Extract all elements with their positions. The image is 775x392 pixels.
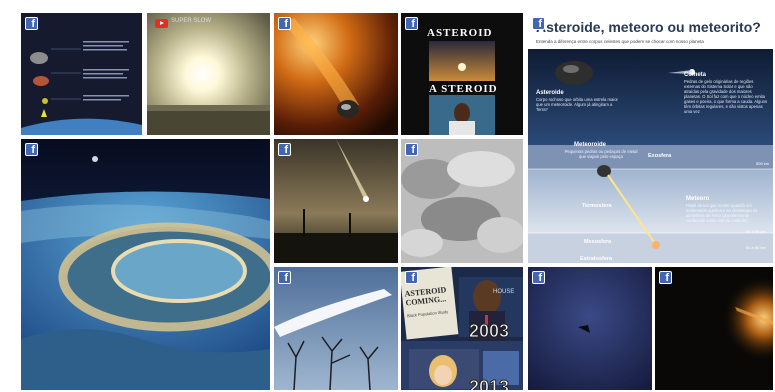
comet-heading: Cometa	[684, 72, 707, 78]
image-grid: f SUPER SLOW f ASTEROID A STEROID f Aste…	[0, 0, 775, 392]
dark-sky-image	[528, 267, 652, 390]
image-tile-night-fireball[interactable]: f	[655, 267, 773, 390]
mesosphere-label: Mesosfera	[584, 239, 612, 245]
facebook-icon[interactable]: f	[405, 143, 418, 156]
facebook-icon[interactable]: f	[532, 271, 545, 284]
tv-text: HOUSE	[493, 289, 515, 295]
meteor-trail-image	[274, 267, 398, 390]
asteroid-text: Corpo rochoso que orbita uma estrela mai…	[536, 97, 618, 112]
meso-km: 50 a 80 km	[746, 245, 766, 250]
image-tile-grey-clouds[interactable]: f	[401, 139, 523, 263]
grey-clouds-image	[401, 139, 523, 263]
facebook-icon[interactable]: f	[405, 271, 418, 284]
image-tile-meteor-dusk[interactable]: f	[274, 139, 398, 263]
image-tile-impact-crater[interactable]: f	[21, 139, 270, 390]
image-tile-meteor-trail-trees[interactable]: f	[274, 267, 398, 390]
facebook-icon[interactable]: f	[278, 17, 291, 30]
comet-text: Pedras de gelo originárias de regiões ex…	[684, 79, 768, 114]
facebook-icon[interactable]: f	[659, 271, 672, 284]
thermo-km: 80 a 90 km	[746, 229, 766, 234]
image-tile-asteroid-meme[interactable]: ASTEROID A STEROID f	[401, 13, 523, 135]
facebook-icon[interactable]: f	[278, 143, 291, 156]
thermosphere-label: Termosfera	[582, 203, 612, 209]
meteoroid-text: Pequenas pedras ou pedaços de metal que …	[564, 149, 638, 159]
infographic-subtitle: Entenda a diferença entre corpos celeste…	[536, 39, 704, 44]
infographic-title: Asteroide, meteoro ou meteorito?	[536, 19, 761, 35]
image-tile-burning-meteor[interactable]: f	[274, 13, 398, 135]
video-label: SUPER SLOW	[171, 18, 212, 24]
meteor-flash-image	[147, 13, 270, 135]
exosphere-label: Exosfera	[648, 153, 672, 159]
stratosphere-label: Estratosfera	[580, 256, 613, 262]
image-tile-infographic[interactable]: Asteroide, meteoro ou meteorito? Entenda…	[528, 13, 773, 263]
image-tile-news-meme[interactable]: ASTEROID COMING... Black Population Stud…	[401, 267, 523, 390]
meteor-heading: Meteoro	[686, 196, 710, 202]
facebook-icon[interactable]: f	[25, 143, 38, 156]
meme-bottom-text: A STEROID	[429, 83, 498, 95]
meteor-dusk-image	[274, 139, 398, 263]
image-tile-asteroid-diagram[interactable]: f	[21, 13, 142, 135]
exosphere-km: 500 km	[756, 161, 770, 166]
meme-top-text: ASTEROID	[427, 27, 493, 39]
facebook-icon[interactable]: f	[532, 17, 545, 30]
burning-meteor-image	[274, 13, 398, 135]
image-tile-meteor-flash-video[interactable]: SUPER SLOW	[147, 13, 270, 135]
night-fireball-image	[655, 267, 773, 390]
meteor-text: Flash de luz que ocorre quando um meteor…	[686, 203, 758, 223]
facebook-icon[interactable]: f	[405, 17, 418, 30]
impact-crater-image	[21, 139, 270, 390]
image-tile-dark-sky[interactable]: f	[528, 267, 652, 390]
infographic-image	[528, 13, 773, 263]
facebook-icon[interactable]: f	[25, 17, 38, 30]
facebook-icon[interactable]: f	[278, 271, 291, 284]
asteroid-heading: Asteroide	[536, 90, 564, 96]
youtube-icon[interactable]	[155, 19, 168, 28]
asteroid-diagram-image	[21, 13, 142, 135]
meteoroid-heading: Meteoroide	[574, 142, 607, 148]
year-2003: 2003	[468, 321, 510, 342]
year-2013: 2013	[468, 377, 510, 391]
